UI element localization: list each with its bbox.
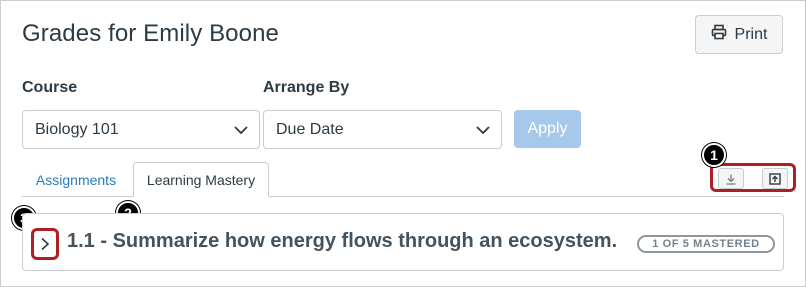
arrow-up-icon [769, 172, 781, 185]
tab-assignments[interactable]: Assignments [22, 162, 130, 197]
arrange-by-select[interactable]: Due Date [263, 110, 502, 149]
collapse-all-button[interactable] [718, 168, 744, 189]
arrange-by-select-value: Due Date [276, 120, 344, 138]
chevron-down-icon [234, 126, 248, 135]
course-select-value: Biology 101 [35, 120, 119, 138]
arrow-down-icon [726, 174, 736, 185]
mastery-status-pill: 1 OF 5 MASTERED [637, 235, 775, 253]
outcome-title: 1.1 - Summarize how energy flows through… [67, 230, 618, 252]
outcome-expand-toggle[interactable] [31, 228, 59, 260]
arrange-by-label: Arrange By [263, 79, 350, 96]
tab-learning-mastery[interactable]: Learning Mastery [133, 162, 269, 197]
expand-all-button[interactable] [762, 168, 788, 189]
print-label: Print [734, 25, 768, 43]
chevron-right-icon [41, 237, 50, 251]
callout-badge-1: 1 [702, 143, 726, 167]
chevron-down-icon [476, 126, 490, 135]
course-label: Course [22, 79, 78, 96]
course-select[interactable]: Biology 101 [22, 110, 260, 149]
print-button[interactable]: Print [695, 15, 783, 54]
printer-icon [711, 24, 727, 45]
page-title: Grades for Emily Boone [22, 20, 279, 47]
apply-button[interactable]: Apply [514, 110, 581, 148]
